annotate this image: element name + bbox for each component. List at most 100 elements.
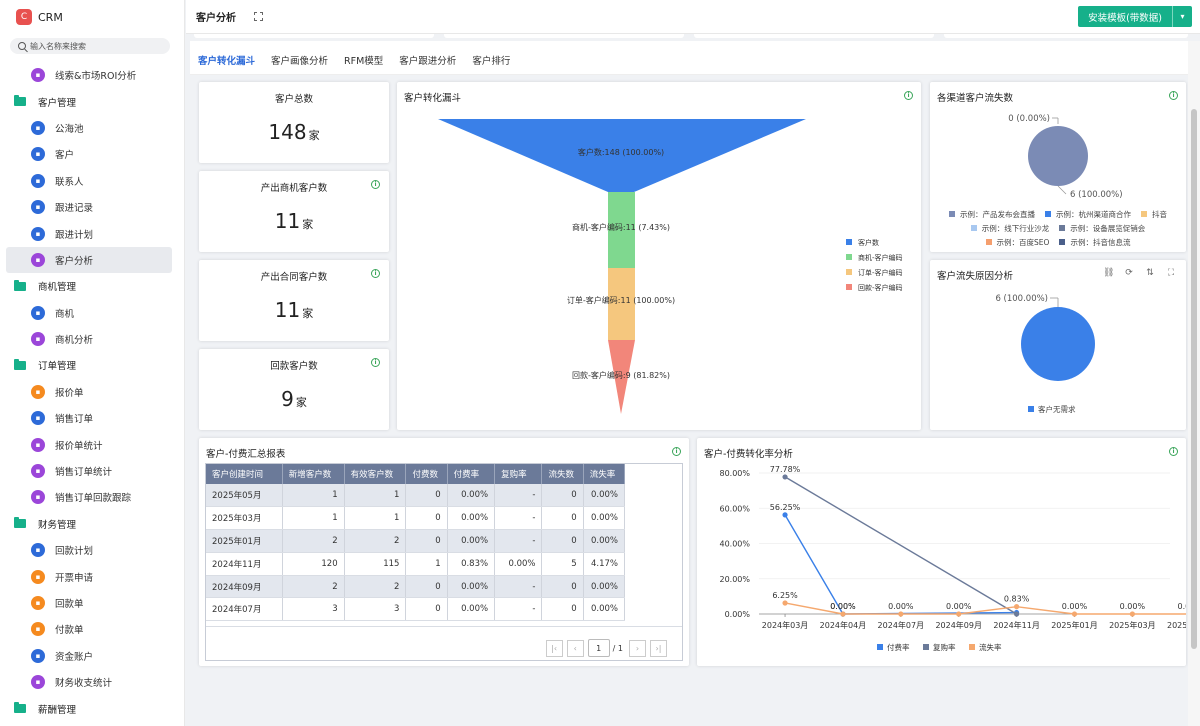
sidebar-item[interactable]: ▪ 报价单	[6, 379, 172, 405]
sidebar-item[interactable]: ▪ 商机	[6, 300, 172, 326]
nav-group[interactable]: 商机管理	[0, 273, 184, 299]
tab[interactable]: 客户排行	[472, 53, 510, 76]
legend-swatch	[846, 284, 852, 290]
table-cell: -	[494, 597, 543, 622]
install-template-label[interactable]: 安装模板(带数据)	[1078, 6, 1172, 27]
table-row[interactable]: 2024年11月 120 115 1 0.83% 0.00% 5 4.17%	[206, 552, 626, 576]
main-content: 客户转化漏斗 客户画像分析 RFM模型 客户跟进分析 客户排行 客户总数 148 家产出商机…	[190, 41, 1188, 726]
channel-pie-slice	[1028, 126, 1088, 186]
table-cell: 0.00%	[494, 552, 543, 576]
sidebar-item[interactable]: ▪ 回款单	[6, 590, 172, 616]
table-row[interactable]: 2025年05月 1 1 0 0.00% -0 0.00%	[206, 484, 626, 508]
channel-legend-item[interactable]: 示例：百度SEO	[985, 237, 1049, 248]
payment-table-panel: 客户-付费汇总报表 i 客户创建时间 新增客户数 有效客户数 付费数 付费率 复购率 流失数…	[199, 438, 689, 666]
table-cell: 2025年03月	[206, 506, 283, 531]
info-icon[interactable]: i	[371, 358, 380, 367]
channel-legend-label: 示例：抖音信息流	[1070, 237, 1131, 247]
sidebar-item-label: 公海池	[55, 123, 84, 135]
data-point	[840, 611, 846, 617]
chevron-down-icon[interactable]: ▾	[1172, 6, 1192, 27]
scrollbar-thumb[interactable]	[1191, 109, 1197, 649]
data-label: 0.00%	[888, 602, 914, 611]
tab[interactable]: 客户画像分析	[271, 53, 328, 76]
channel-legend-item[interactable]: 示例：抖音信息流	[1059, 237, 1130, 248]
stat-label: 产出合同客户数	[260, 272, 328, 283]
scrolled-cards-strip	[194, 34, 1188, 38]
table-cell: 0	[541, 575, 584, 599]
table-header-cell[interactable]: 复购率	[494, 464, 543, 484]
sidebar-item[interactable]: ▪ 销售订单回款跟踪	[6, 484, 172, 510]
data-label: 6.25%	[772, 591, 798, 600]
sidebar-item[interactable]: ▪ 联系人	[6, 168, 172, 194]
sidebar-item[interactable]: ▪ 销售订单	[6, 405, 172, 431]
table-header-cell[interactable]: 有效客户数	[344, 464, 407, 484]
data-point	[898, 611, 904, 617]
sidebar-item[interactable]: ▪ 资金账户	[6, 643, 172, 669]
table-header-cell[interactable]: 客户创建时间	[206, 464, 283, 484]
folder-icon	[14, 279, 26, 291]
channel-legend-item[interactable]: 示例：线下行业沙龙	[970, 223, 1049, 234]
series-legend-label: 付费率	[887, 642, 910, 652]
table-cell: 2024年11月	[206, 552, 283, 576]
table-header-cell[interactable]: 流失数	[541, 464, 584, 484]
app-brand[interactable]: C CRM	[0, 0, 184, 34]
page-input[interactable]: 1	[587, 639, 610, 657]
sidebar-item[interactable]: ▪ 客户	[6, 141, 172, 167]
next-page-button[interactable]: ›	[629, 639, 646, 657]
sidebar-item[interactable]: ▪ 跟进记录	[6, 194, 172, 220]
table-row[interactable]: 2024年07月 3 3 0 0.00% -0 0.00%	[206, 597, 626, 622]
last-page-button[interactable]: ›|	[650, 639, 667, 657]
info-icon[interactable]: i	[672, 447, 681, 456]
expand-icon[interactable]	[254, 12, 263, 21]
tab[interactable]: 客户转化漏斗	[198, 53, 256, 76]
page-scrollbar[interactable]	[1188, 41, 1200, 726]
install-template-button[interactable]: 安装模板(带数据) ▾	[1078, 6, 1192, 27]
tab[interactable]: 客户跟进分析	[399, 53, 456, 76]
search-icon	[18, 42, 26, 50]
table-cell: 0	[405, 597, 448, 622]
tab[interactable]: RFM模型	[344, 53, 383, 76]
table-row[interactable]: 2025年01月 2 2 0 0.00% -0 0.00%	[206, 529, 626, 553]
info-icon[interactable]: i	[371, 269, 380, 278]
table-header-cell[interactable]: 付费率	[447, 464, 496, 484]
stat-label: 回款客户数	[270, 361, 318, 372]
folder-icon	[14, 358, 26, 370]
table-row[interactable]: 2025年03月 1 1 0 0.00% -0 0.00%	[206, 506, 626, 531]
channel-legend-item[interactable]: 示例：设备展览促销会	[1059, 223, 1145, 234]
sidebar-item-label: 跟进计划	[55, 229, 94, 241]
nav-group[interactable]: 订单管理	[0, 352, 184, 378]
first-page-button[interactable]: |‹	[545, 639, 563, 657]
nav-group[interactable]: 财务管理	[0, 511, 184, 537]
sidebar-item[interactable]: ▪ 付款单	[6, 616, 172, 642]
sidebar-item[interactable]: ▪ 开票申请	[6, 563, 172, 589]
table-row[interactable]: 2024年09月 2 2 0 0.00% -0 0.00%	[206, 575, 626, 599]
table-header-cell[interactable]: 付费数	[405, 464, 448, 484]
table-cell: 115	[344, 552, 407, 576]
sidebar-item[interactable]: ▪ 销售订单统计	[6, 458, 172, 484]
prev-page-button[interactable]: ‹	[566, 639, 584, 657]
sidebar-item[interactable]: ▪ 公海池	[6, 115, 172, 141]
sidebar-item[interactable]: ▪ 报价单统计	[6, 431, 172, 457]
plan-icon: ▪	[31, 543, 45, 558]
channel-legend-item[interactable]: 示例：杭州渠道商合作	[1045, 209, 1131, 220]
channel-legend-label: 示例：产品发布会直播	[960, 209, 1035, 219]
sidebar-item[interactable]: ▪ 回款计划	[6, 537, 172, 563]
sidebar-item-label: 跟进记录	[55, 203, 94, 215]
nav-group[interactable]: 客户管理	[0, 88, 184, 114]
chart-board-icon: ▪	[31, 437, 45, 452]
sidebar-item[interactable]: ▪ 客户分析	[6, 246, 172, 274]
channel-legend-item[interactable]: 示例：产品发布会直播	[949, 209, 1035, 220]
y-tick-label: 0.00%	[725, 610, 751, 619]
table-header-cell[interactable]: 新增客户数	[282, 464, 345, 484]
sidebar-item[interactable]: ▪ 跟进计划	[6, 220, 172, 246]
sidebar-item[interactable]: ▪ 商机分析	[6, 326, 172, 352]
nav-group[interactable]: 薪酬管理	[0, 695, 184, 721]
sidebar-item[interactable]: ▪ 财务收支统计	[6, 669, 172, 695]
sidebar-item[interactable]: ▪ 线索&市场ROI分析	[6, 62, 172, 88]
info-icon[interactable]: i	[371, 180, 380, 189]
table-header-cell[interactable]: 流失率	[583, 464, 626, 484]
table-cell: 0.00%	[583, 484, 626, 508]
search-input[interactable]: 输入名称来搜索	[10, 38, 170, 54]
plan-icon: ▪	[31, 226, 45, 241]
channel-legend-item[interactable]: 抖音	[1141, 209, 1167, 220]
